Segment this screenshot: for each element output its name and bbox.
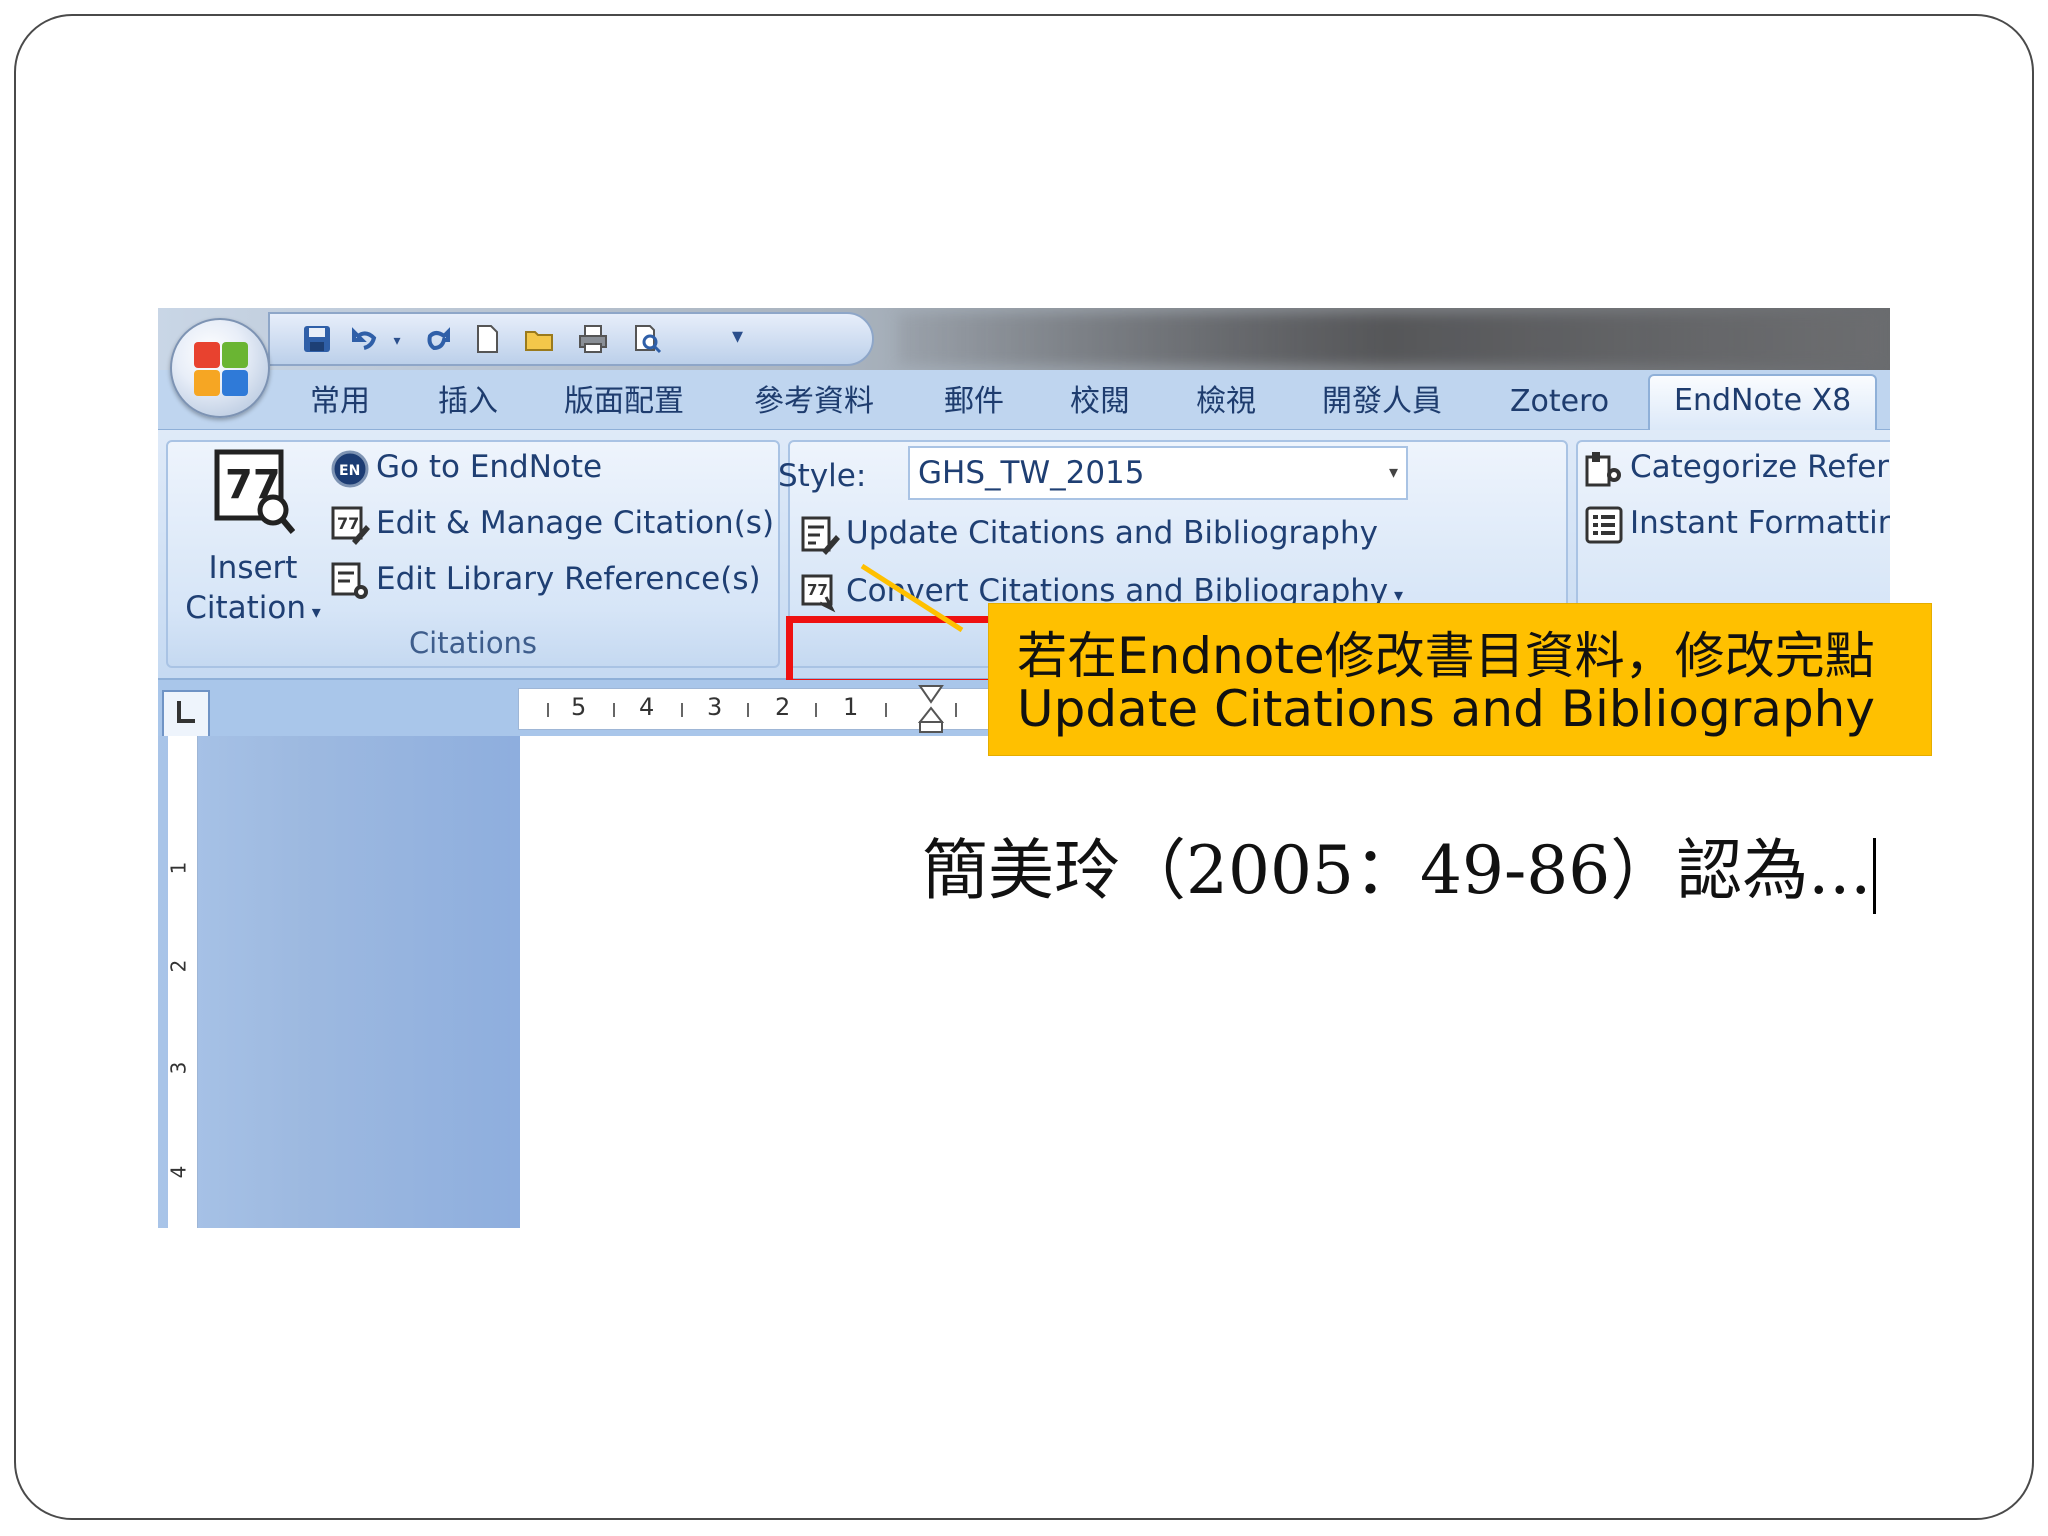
style-select[interactable]: GHS_TW_2015 ▾ (908, 446, 1408, 500)
style-select-value: GHS_TW_2015 (918, 455, 1145, 491)
edit-manage-citations-label: Edit & Manage Citation(s) (376, 505, 775, 541)
vertical-ruler[interactable]: 1 2 3 4 (166, 736, 198, 1228)
horizontal-ruler[interactable]: 5 4 3 2 1 (518, 688, 1038, 730)
print-preview-icon[interactable] (630, 324, 664, 358)
insert-citation-button[interactable]: 77 Insert Citation ▾ (178, 448, 328, 633)
ribbon-tabs: 常用 插入 版面配置 參考資料 郵件 校閱 檢視 開發人員 Zotero End… (158, 370, 1890, 432)
save-icon[interactable] (300, 324, 334, 358)
ruler-number: 3 (707, 693, 723, 721)
edit-citation-icon: 77 (331, 506, 370, 545)
ruler-number: 2 (775, 693, 791, 721)
instant-formatting-label: Instant Formatting is On (1630, 505, 1890, 541)
quick-access-toolbar: ▾ (268, 312, 874, 366)
open-folder-icon[interactable] (522, 324, 556, 358)
edit-library-reference-button[interactable]: Edit Library Reference(s) (330, 558, 761, 601)
tab-page-layout[interactable]: 版面配置 (564, 382, 684, 422)
categorize-references-button[interactable]: Categorize References ▾ (1584, 446, 1890, 493)
tab-view[interactable]: 檢視 (1196, 382, 1256, 422)
instruction-callout: 若在Endnote修改書目資料，修改完點 Update Citations an… (988, 603, 1932, 756)
go-to-endnote-button[interactable]: EN Go to EndNote (330, 446, 602, 489)
update-citations-icon (801, 516, 840, 555)
print-icon[interactable] (576, 324, 610, 358)
word-screenshot: ▾ ▾ 常用 插入 版面配置 參考資料 郵件 校閱 檢視 開發人員 Zotero… (158, 308, 1890, 1228)
go-to-endnote-label: Go to EndNote (376, 449, 603, 485)
tab-zotero[interactable]: Zotero (1510, 382, 1609, 422)
chevron-down-icon[interactable]: ▾ (1389, 448, 1398, 498)
categorize-references-label: Categorize References (1630, 449, 1890, 485)
callout-line2: Update Citations and Bibliography (1017, 680, 1875, 738)
text-caret (1873, 838, 1877, 914)
undo-dropdown-icon[interactable]: ▾ (380, 324, 414, 358)
office-logo-icon (194, 342, 250, 398)
office-button[interactable] (170, 318, 270, 418)
redo-icon[interactable] (420, 324, 454, 358)
new-document-icon[interactable] (470, 324, 504, 358)
tab-review[interactable]: 校閱 (1070, 382, 1130, 422)
instant-formatting-button[interactable]: Instant Formatting is On ▾ (1584, 502, 1890, 549)
ruler-number: 2 (166, 959, 191, 973)
tab-references[interactable]: 參考資料 (754, 382, 874, 422)
customize-toolbar-icon[interactable]: ▾ (732, 320, 762, 354)
chevron-down-icon: ▾ (306, 602, 321, 623)
edit-library-reference-label: Edit Library Reference(s) (376, 561, 761, 597)
document-text-content: 簡美玲（2005：49-86）認為... (922, 832, 1872, 909)
update-citations-button[interactable]: Update Citations and Bibliography (800, 512, 1378, 555)
ruler-number: 4 (639, 693, 655, 721)
svg-text:77: 77 (337, 514, 359, 533)
instant-formatting-icon (1585, 506, 1623, 543)
svg-text:EN: EN (339, 463, 360, 479)
citations-group: 77 Insert Citation ▾ EN Go to EndNote 77 E… (166, 440, 780, 668)
tab-home[interactable]: 常用 (310, 382, 370, 422)
tab-insert[interactable]: 插入 (438, 382, 498, 422)
edit-library-icon (331, 562, 368, 599)
update-citations-label: Update Citations and Bibliography (846, 515, 1378, 551)
citations-group-label: Citations (408, 626, 538, 660)
undo-icon[interactable] (348, 324, 382, 358)
insert-citation-icon: 77 (214, 449, 296, 534)
tab-developer[interactable]: 開發人員 (1322, 382, 1442, 422)
ruler-number: 1 (166, 861, 191, 875)
convert-citations-icon: 77 (801, 574, 836, 612)
categorize-icon (1585, 451, 1621, 486)
tab-endnote-x8[interactable]: EndNote X8 (1648, 374, 1878, 432)
style-label: Style: (778, 458, 867, 494)
document-page[interactable] (520, 736, 1890, 1228)
document-text[interactable]: 簡美玲（2005：49-86）認為... (922, 828, 1877, 914)
tab-mailings[interactable]: 郵件 (944, 382, 1004, 422)
ruler-number: 1 (843, 693, 859, 721)
insert-citation-label-line2: Citation (185, 590, 307, 626)
callout-line1: 若在Endnote修改書目資料，修改完點 (1017, 627, 1875, 685)
left-tab-icon (177, 701, 195, 723)
indent-marker-icon[interactable] (918, 680, 944, 736)
endnote-icon: EN (331, 450, 369, 487)
document-margin-area (158, 736, 520, 1228)
insert-citation-label-line1: Insert (208, 550, 298, 586)
ruler-number: 4 (166, 1165, 191, 1179)
edit-manage-citations-button[interactable]: 77 Edit & Manage Citation(s) (330, 502, 774, 545)
ruler-number: 5 (571, 693, 587, 721)
ruler-number: 3 (166, 1061, 191, 1075)
svg-text:77: 77 (807, 581, 828, 599)
title-bar: ▾ ▾ (158, 308, 1890, 370)
title-bar-blurred (898, 314, 1878, 364)
tab-selector[interactable] (162, 690, 210, 738)
